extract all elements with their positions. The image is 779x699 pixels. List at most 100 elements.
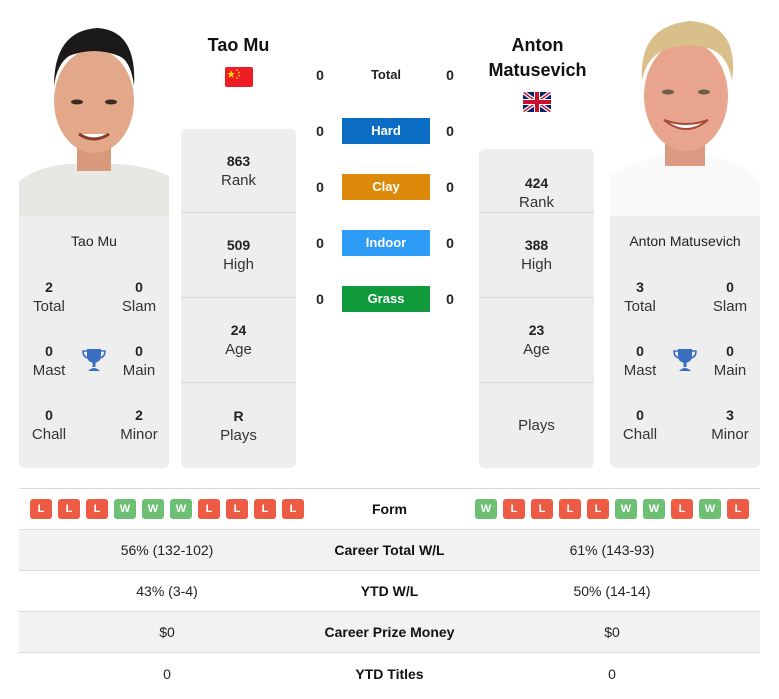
surface-badge-clay[interactable]: Clay	[342, 174, 430, 200]
titles-main: 0 Main	[700, 341, 760, 381]
form-badge-win[interactable]: W	[615, 499, 637, 519]
surface-badge-hard[interactable]: Hard	[342, 118, 430, 144]
titles-mast: 0 Mast	[610, 341, 670, 381]
stat-age: 23 Age	[479, 298, 594, 383]
form-badge-loss[interactable]: L	[30, 499, 52, 519]
form-badge-win[interactable]: W	[475, 499, 497, 519]
row-label: YTD Titles	[355, 665, 424, 682]
row-right-value: $0	[604, 624, 620, 640]
stat-value: 509	[226, 237, 251, 253]
form-badge-win[interactable]: W	[643, 499, 665, 519]
titles-slam: 0 Slam	[109, 277, 169, 317]
titles-value: 3	[636, 279, 644, 295]
form-badge-loss[interactable]: L	[531, 499, 553, 519]
h2h-indoor-row: 0 Indoor 0	[310, 230, 460, 256]
form-badge-loss[interactable]: L	[727, 499, 749, 519]
titles-value: 2	[45, 279, 53, 295]
form-badge-win[interactable]: W	[699, 499, 721, 519]
titles-chall: 0 Chall	[610, 405, 670, 445]
form-badge-loss[interactable]: L	[587, 499, 609, 519]
h2h-right-count: 0	[446, 123, 454, 139]
h2h-grass-row: 0 Grass 0	[310, 286, 460, 312]
stat-label: Plays	[518, 416, 555, 434]
titles-label: Total	[33, 298, 65, 315]
form-badge-loss[interactable]: L	[86, 499, 108, 519]
form-badge-loss[interactable]: L	[58, 499, 80, 519]
titles-value: 0	[726, 279, 734, 295]
h2h-clay-row: 0 Clay 0	[310, 174, 460, 200]
stat-high: 509 High	[181, 213, 296, 298]
titles-total: 2 Total	[19, 277, 79, 317]
titles-value: 2	[135, 407, 143, 423]
stat-plays: Plays	[479, 383, 594, 468]
table-row: 0 YTD Titles 0	[19, 653, 760, 694]
stat-value: 388	[524, 237, 549, 253]
form-badge-loss[interactable]: L	[671, 499, 693, 519]
form-badge-loss[interactable]: L	[282, 499, 304, 519]
h2h-right-count: 0	[446, 235, 454, 251]
table-row: 56% (132-102) Career Total W/L 61% (143-…	[19, 530, 760, 571]
h2h-hard-row: 0 Hard 0	[310, 118, 460, 144]
form-badge-win[interactable]: W	[142, 499, 164, 519]
uk-flag-icon	[523, 92, 551, 112]
form-badge-loss[interactable]: L	[559, 499, 581, 519]
titles-label: Main	[713, 362, 747, 379]
stat-label: High	[223, 256, 254, 273]
row-right-value: 61% (143-93)	[569, 542, 655, 558]
titles-card-left: Tao Mu 2 Total 0 Slam 0 Mast 0 Main 0 Ch…	[19, 216, 169, 468]
form-badge-win[interactable]: W	[114, 499, 136, 519]
stat-label: Plays	[220, 426, 257, 444]
row-left-value: 43% (3-4)	[136, 583, 198, 599]
titles-mast: 0 Mast	[19, 341, 79, 381]
titles-total: 3 Total	[610, 277, 670, 317]
stat-rank: 863 Rank	[181, 129, 296, 213]
form-badge-loss[interactable]: L	[254, 499, 276, 519]
h2h-left-count: 0	[316, 123, 324, 139]
h2h-left-count: 0	[316, 235, 324, 251]
player-name-right[interactable]: Anton Matusevich	[470, 33, 605, 83]
surface-badge-indoor[interactable]: Indoor	[342, 230, 430, 256]
titles-label: Minor	[120, 426, 158, 443]
titles-label: Minor	[711, 426, 749, 443]
titles-chall: 0 Chall	[19, 405, 79, 445]
titles-label: Mast	[623, 362, 657, 379]
titles-card-player-name: Anton Matusevich	[629, 233, 741, 249]
stat-label: Rank	[518, 194, 555, 211]
titles-label: Chall	[31, 426, 67, 443]
titles-label: Chall	[622, 426, 658, 443]
stat-high: 388 High	[479, 213, 594, 298]
titles-slam: 0 Slam	[700, 277, 760, 317]
row-label: Career Total W/L	[334, 542, 445, 558]
row-left-value: 0	[163, 665, 171, 682]
player-name-left[interactable]: Tao Mu	[181, 33, 296, 58]
h2h-left-count: 0	[316, 67, 324, 83]
row-right-value: 0	[608, 665, 616, 682]
player-stats-right: 424 Rank 388 High 23 Age Plays	[479, 149, 594, 468]
form-badge-loss[interactable]: L	[198, 499, 220, 519]
titles-value: 0	[135, 279, 143, 295]
stat-rank: 424 Rank	[479, 149, 594, 213]
stat-label: Age	[523, 341, 550, 358]
stat-age: 24 Age	[181, 298, 296, 383]
form-badge-loss[interactable]: L	[503, 499, 525, 519]
h2h-total-label: Total	[370, 67, 402, 82]
stat-plays: R Plays	[181, 383, 296, 468]
form-badge-loss[interactable]: L	[226, 499, 248, 519]
h2h-left-count: 0	[316, 179, 324, 195]
stat-label: Age	[225, 341, 252, 358]
form-badge-win[interactable]: W	[170, 499, 192, 519]
titles-value: 0	[45, 343, 53, 359]
stat-value: R	[233, 407, 244, 424]
surface-badge-grass[interactable]: Grass	[342, 286, 430, 312]
row-left-value: $0	[159, 624, 175, 640]
comparison-table: LLLWWWLLLL Form WLLLLWWLWL 56% (132-102)…	[19, 488, 760, 694]
h2h-left-count: 0	[316, 291, 324, 307]
h2h-right-count: 0	[446, 179, 454, 195]
h2h-right-count: 0	[446, 67, 454, 83]
table-row: 43% (3-4) YTD W/L 50% (14-14)	[19, 571, 760, 612]
titles-label: Total	[624, 298, 656, 315]
stat-value: 23	[528, 322, 545, 338]
player-stats-left: 863 Rank 509 High 24 Age R Plays	[181, 129, 296, 468]
stat-value: 424	[524, 175, 549, 191]
titles-minor: 2 Minor	[109, 405, 169, 445]
